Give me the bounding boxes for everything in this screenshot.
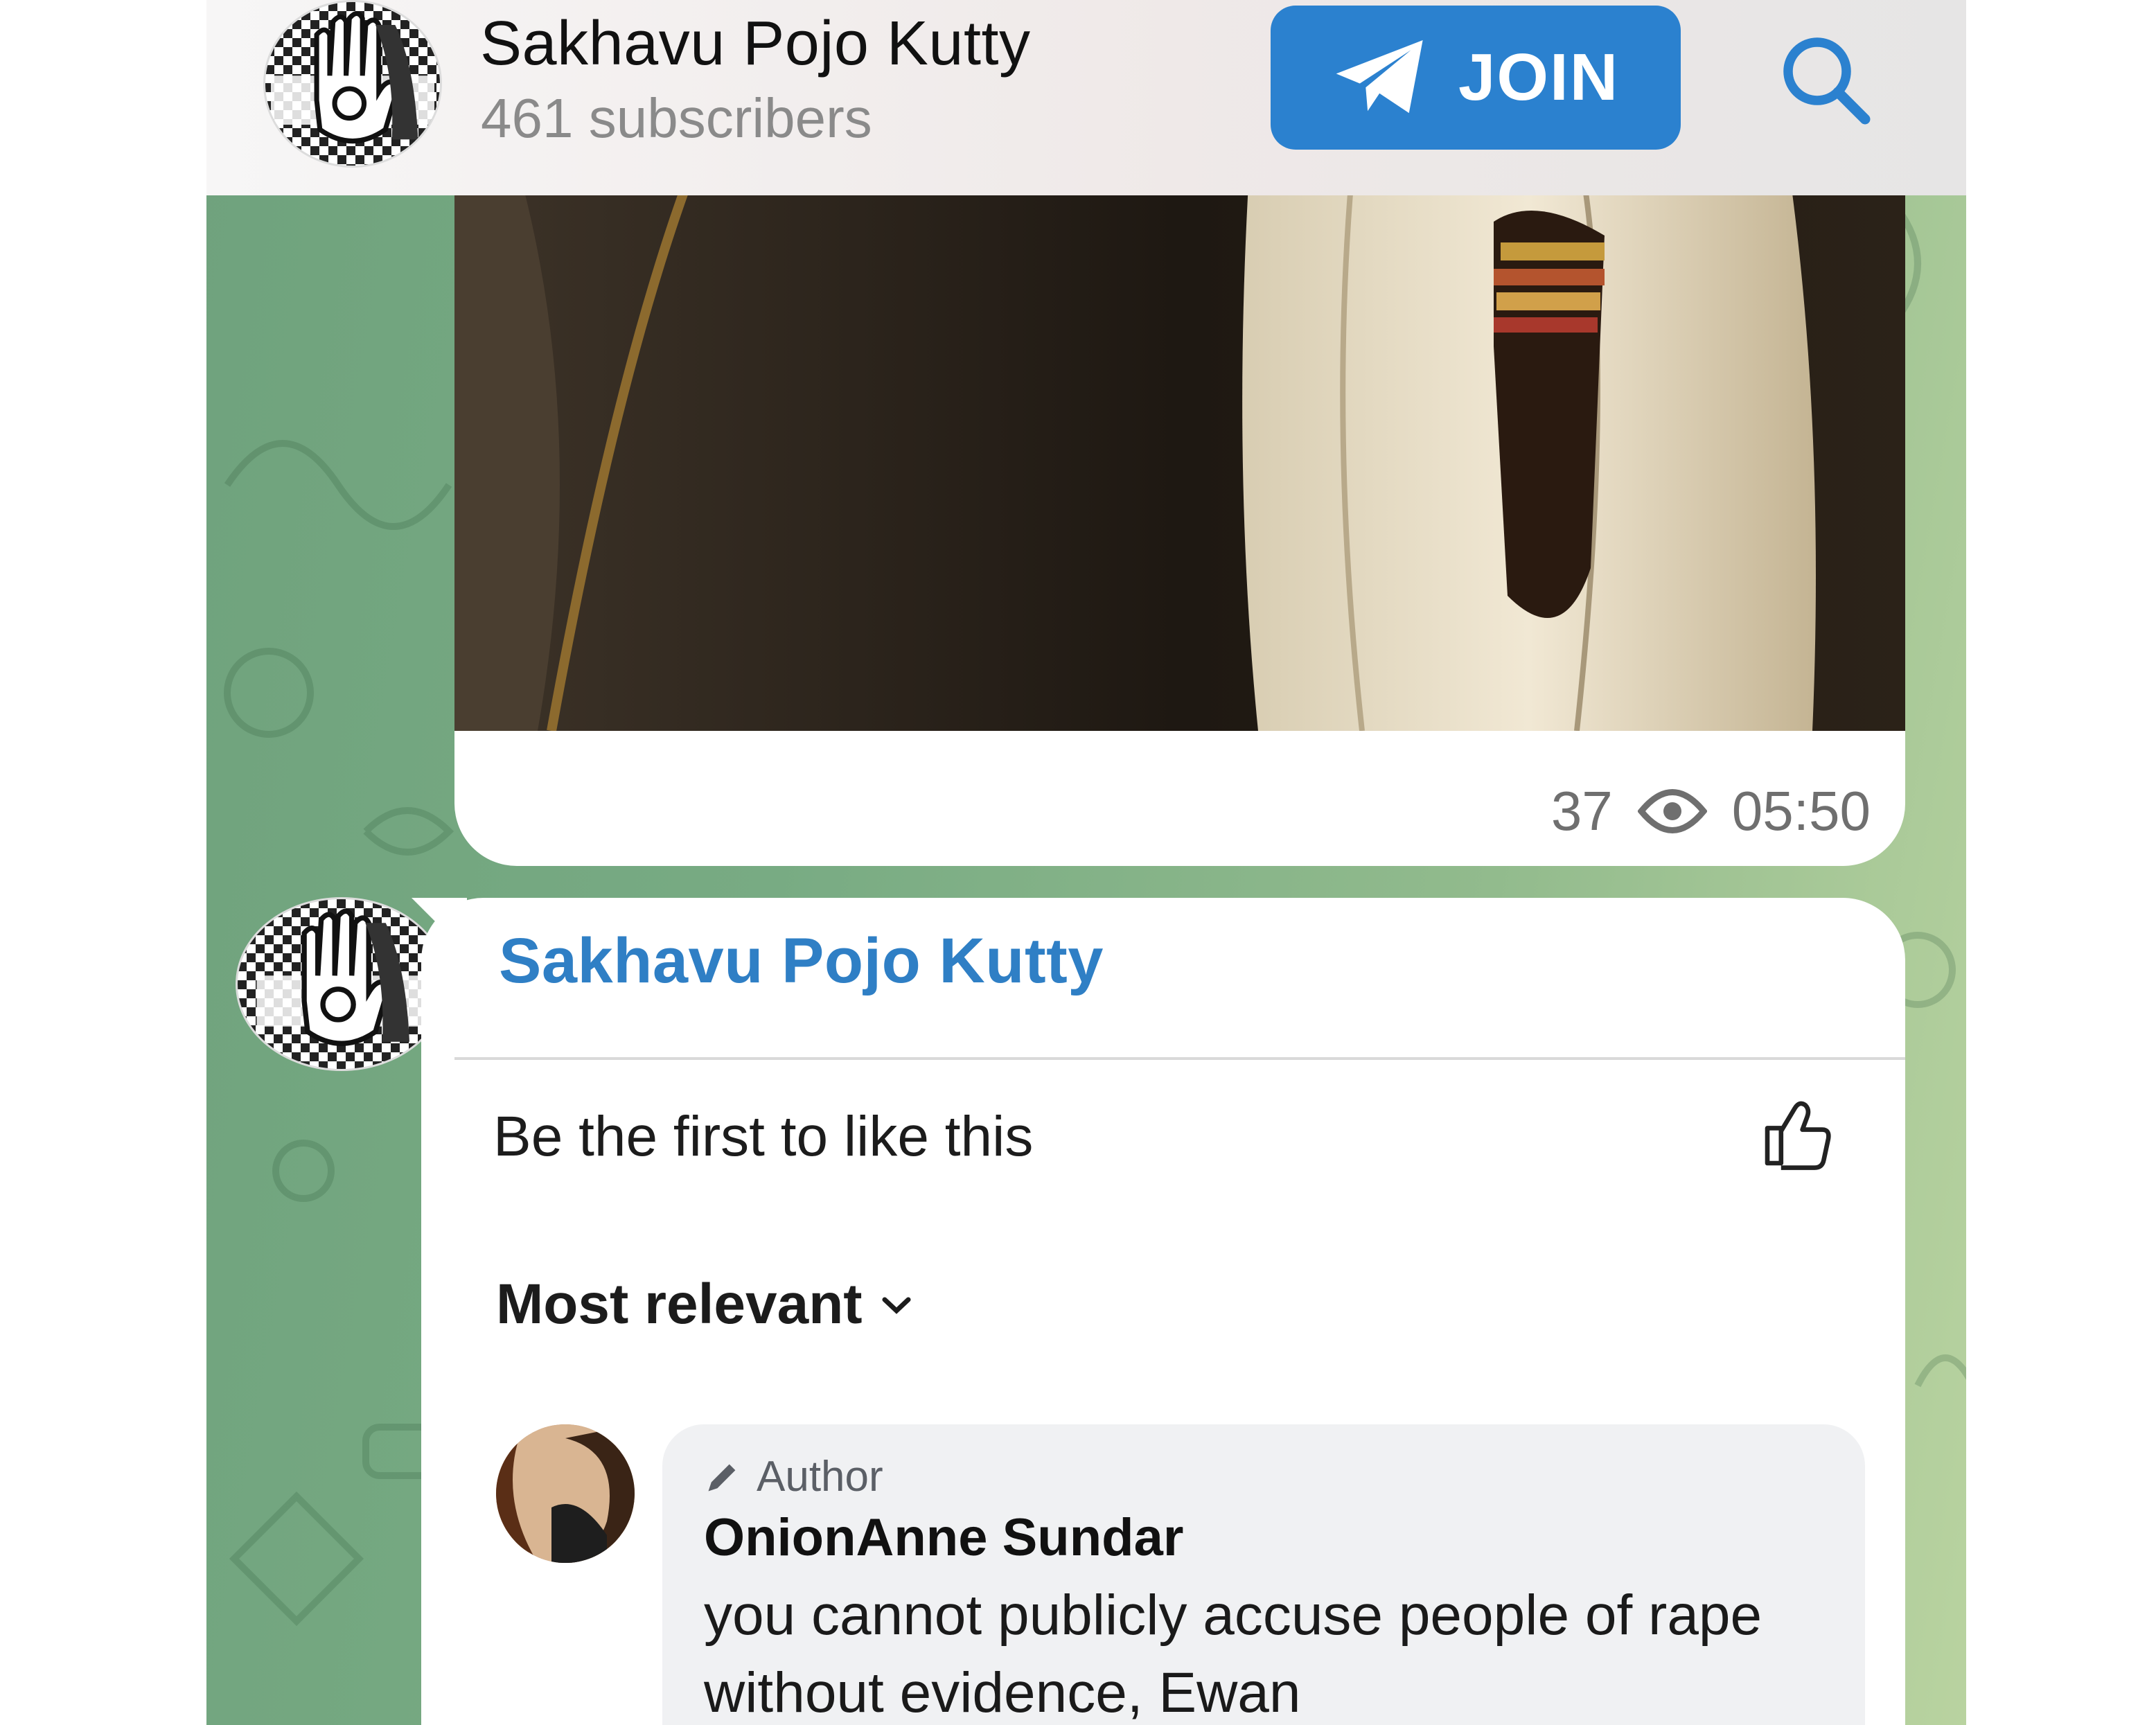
author-badge: Author: [704, 1452, 883, 1501]
post-painting-image[interactable]: [454, 139, 1905, 731]
post-meta: 37 05:50: [1551, 779, 1871, 843]
profile-photo-icon: [496, 1424, 635, 1563]
view-count: 37: [1550, 780, 1613, 842]
telegram-screen: Sakhavu Pojo Kutty 461 subscribers JOIN: [206, 0, 1966, 1725]
subscriber-count: 461 subscribers: [481, 87, 872, 149]
channel-avatar[interactable]: [263, 0, 442, 168]
sender-name[interactable]: Sakhavu Pojo Kutty: [499, 925, 1104, 998]
post-time: 05:50: [1731, 780, 1871, 842]
channel-title: Sakhavu Pojo Kutty: [480, 9, 1031, 78]
telegram-plane-icon: [1336, 40, 1423, 114]
sort-dropdown: Most relevant: [496, 1272, 912, 1337]
post-card: 37 05:50: [454, 139, 1905, 866]
sender-avatar[interactable]: [236, 897, 448, 1071]
author-badge-label: Author: [757, 1453, 883, 1501]
like-prompt: Be the first to like this: [493, 1105, 1034, 1168]
comment-text: you cannot publicly accuse people of rap…: [704, 1584, 1762, 1724]
hamsa-hand-icon: [271, 11, 434, 144]
embedded-comment-screenshot[interactable]: Be the first to like this Most relevant: [454, 1057, 1905, 1725]
channel-header: Sakhavu Pojo Kutty 461 subscribers JOIN: [206, 0, 1966, 195]
comment-author: OnionAnne Sundar: [704, 1508, 1184, 1567]
thumbs-up-icon: [1765, 1101, 1831, 1170]
pencil-icon: [708, 1464, 736, 1492]
hamsa-hand-icon: [256, 908, 427, 1046]
eye-icon: [1637, 789, 1707, 833]
comment-box: Author OnionAnne Sundar you cannot publi…: [662, 1424, 1865, 1725]
search-icon[interactable]: [1774, 28, 1877, 132]
commenter-avatar: [496, 1424, 635, 1563]
join-button[interactable]: JOIN: [1271, 6, 1681, 150]
chevron-down-icon: [882, 1297, 911, 1314]
join-label: JOIN: [1458, 40, 1620, 114]
sort-label: Most relevant: [496, 1273, 863, 1336]
